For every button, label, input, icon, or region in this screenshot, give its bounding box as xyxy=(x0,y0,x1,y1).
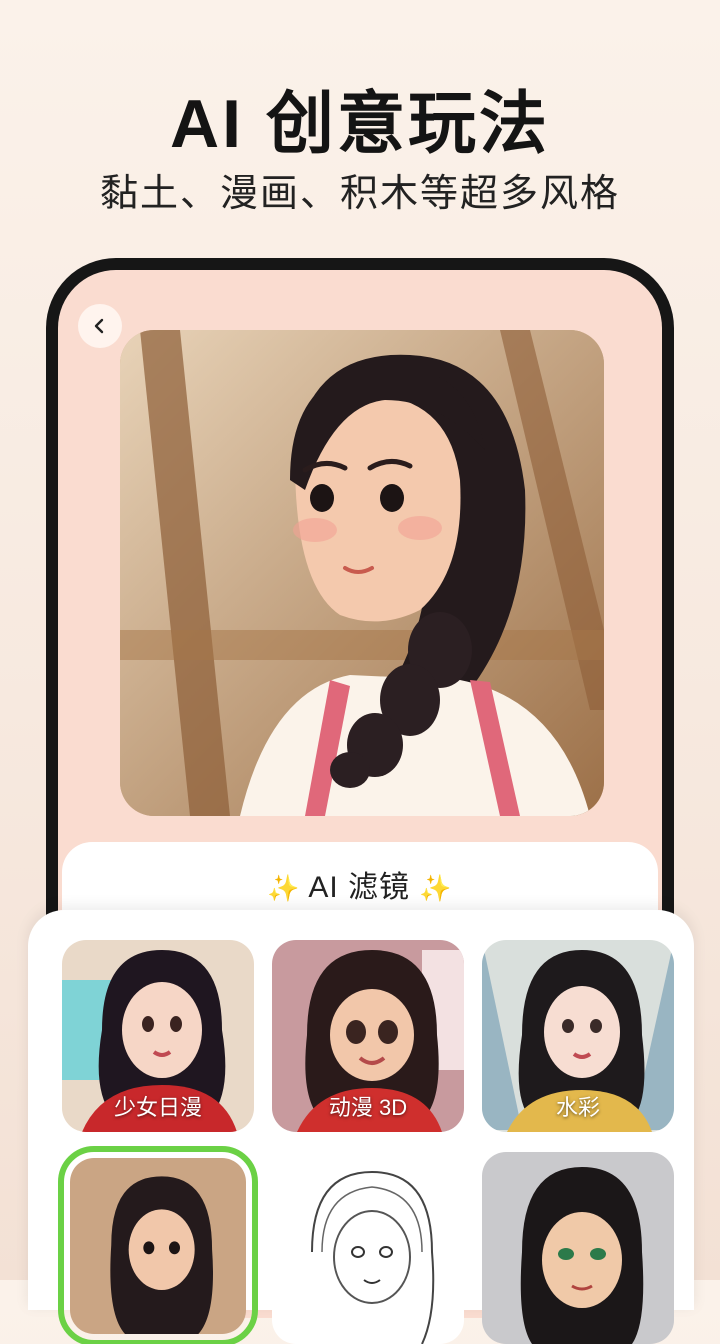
style-tile-3d-cartoon[interactable] xyxy=(482,1152,674,1344)
style-tile-label: 少女日漫 xyxy=(113,1095,202,1120)
clay-portrait-image xyxy=(120,330,604,816)
style-tile-sketch[interactable] xyxy=(272,1152,464,1344)
back-button[interactable] xyxy=(78,304,122,348)
filter-panel-title: AI 滤镜 xyxy=(308,871,411,904)
style-tile-clay[interactable] xyxy=(58,1146,258,1344)
sparkle-icon: ✨ xyxy=(419,873,453,903)
headline-title: AI 创意玩法 xyxy=(170,86,550,162)
sparkle-icon: ✨ xyxy=(267,873,301,903)
sketch-thumbnail xyxy=(272,1152,464,1344)
style-tile-label: 水彩 xyxy=(555,1095,600,1120)
preview-photo xyxy=(120,330,604,816)
style-tile-watercolor[interactable]: 水彩 xyxy=(482,940,674,1132)
style-picker-sheet: 少女日漫 动漫 3D 水彩 xyxy=(28,910,694,1344)
cartoon-3d-thumbnail xyxy=(482,1152,674,1344)
chevron-left-icon xyxy=(94,318,104,334)
filter-panel-title-row: ✨ AI 滤镜 ✨ xyxy=(62,862,658,906)
style-tile-shoujo-manga[interactable]: 少女日漫 xyxy=(62,940,254,1132)
clay-thumbnail xyxy=(70,1158,246,1334)
headline-subtitle: 黏土、漫画、积木等超多风格 xyxy=(99,173,620,215)
style-tile-anime-3d[interactable]: 动漫 3D xyxy=(272,940,464,1132)
style-tile-label: 动漫 3D xyxy=(328,1095,408,1120)
